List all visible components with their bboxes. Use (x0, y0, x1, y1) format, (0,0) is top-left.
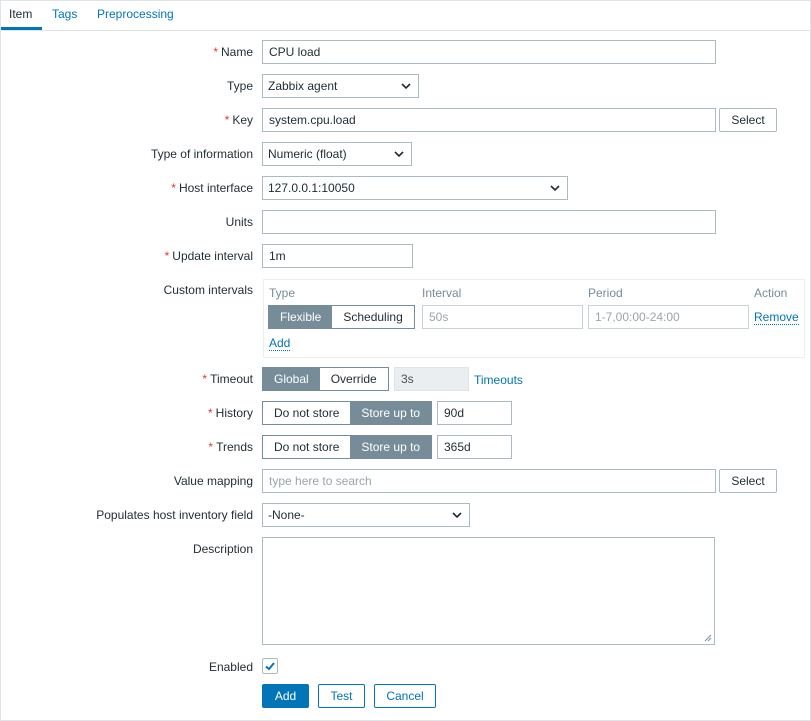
trends-label: * Trends (208, 440, 253, 454)
history-do-not-store-option[interactable]: Do not store (263, 402, 351, 424)
enabled-checkbox[interactable] (262, 658, 278, 674)
timeout-override-option[interactable]: Override (319, 368, 388, 390)
cancel-button[interactable]: Cancel (374, 684, 436, 708)
type-select-value: Zabbix agent (268, 79, 338, 93)
history-label: * History (207, 406, 253, 420)
test-button[interactable]: Test (318, 684, 365, 708)
history-period-input[interactable] (437, 401, 512, 425)
host-interface-value: 127.0.0.1:10050 (268, 181, 355, 195)
checkmark-icon (265, 662, 275, 671)
trends-store-up-to-option[interactable]: Store up to (350, 436, 432, 458)
units-label: Units (225, 215, 253, 229)
description-textarea[interactable] (262, 537, 715, 645)
resize-handle-icon[interactable] (704, 634, 712, 642)
inventory-field-value: -None- (268, 508, 305, 522)
custom-intervals-col-type: Type (269, 286, 296, 300)
custom-period-input[interactable] (588, 305, 749, 329)
chevron-down-icon (550, 185, 560, 192)
custom-intervals-col-interval: Interval (422, 286, 462, 300)
custom-intervals-label: Custom intervals (163, 283, 253, 297)
trends-toggle: Do not store Store up to (262, 435, 433, 459)
custom-interval-remove-link[interactable]: Remove (754, 311, 799, 325)
type-label: Type (226, 79, 253, 93)
value-mapping-select-button[interactable]: Select (719, 469, 777, 493)
timeouts-link[interactable]: Timeouts (474, 373, 523, 387)
key-label: * Key (224, 113, 253, 127)
update-interval-label: * Update interval (164, 249, 253, 263)
value-mapping-label: Value mapping (173, 474, 253, 488)
type-of-information-select[interactable]: Numeric (float) (262, 142, 412, 166)
host-interface-label: * Host interface (171, 181, 253, 195)
type-of-information-label: Type of information (150, 147, 253, 161)
update-interval-input[interactable] (262, 244, 413, 268)
tab-bar: Item Tags Preprocessing (1, 1, 810, 31)
units-input[interactable] (262, 210, 716, 234)
custom-intervals-col-action: Action (754, 286, 788, 300)
trends-period-input[interactable] (437, 435, 512, 459)
host-interface-select[interactable]: 127.0.0.1:10050 (262, 176, 568, 200)
key-select-button[interactable]: Select (719, 108, 777, 132)
value-mapping-search-input[interactable] (262, 469, 716, 493)
tab-preprocessing[interactable]: Preprocessing (97, 7, 174, 21)
tab-tags[interactable]: Tags (52, 7, 77, 21)
name-label: * Name (213, 45, 253, 59)
add-button[interactable]: Add (262, 684, 309, 708)
custom-interval-type-toggle: Flexible Scheduling (268, 305, 415, 329)
custom-interval-scheduling-option[interactable]: Scheduling (332, 306, 414, 328)
inventory-field-select[interactable]: -None- (262, 503, 470, 527)
type-select[interactable]: Zabbix agent (262, 74, 419, 98)
chevron-down-icon (394, 151, 404, 158)
custom-interval-input[interactable] (422, 305, 583, 329)
history-store-up-to-option[interactable]: Store up to (350, 402, 432, 424)
chevron-down-icon (401, 83, 411, 90)
key-input[interactable] (262, 108, 716, 132)
custom-intervals-col-period: Period (588, 286, 623, 300)
history-toggle: Do not store Store up to (262, 401, 433, 425)
description-label: Description (192, 542, 253, 556)
tab-item[interactable]: Item (9, 7, 32, 21)
type-of-information-value: Numeric (float) (268, 147, 347, 161)
timeout-global-option[interactable]: Global (263, 368, 320, 390)
timeout-value-input[interactable] (394, 367, 469, 391)
active-tab-indicator (1, 27, 42, 30)
timeout-toggle: Global Override (262, 367, 389, 391)
inventory-field-label: Populates host inventory field (96, 508, 253, 522)
trends-do-not-store-option[interactable]: Do not store (263, 436, 351, 458)
custom-interval-flexible-option[interactable]: Flexible (269, 306, 333, 328)
name-input[interactable] (262, 40, 716, 64)
timeout-label: * Timeout (202, 372, 253, 386)
custom-interval-add-link[interactable]: Add (269, 337, 291, 351)
enabled-label: Enabled (208, 660, 253, 674)
item-form-window: Item Tags Preprocessing *Name Type Zabbi… (0, 0, 811, 721)
chevron-down-icon (452, 512, 462, 519)
